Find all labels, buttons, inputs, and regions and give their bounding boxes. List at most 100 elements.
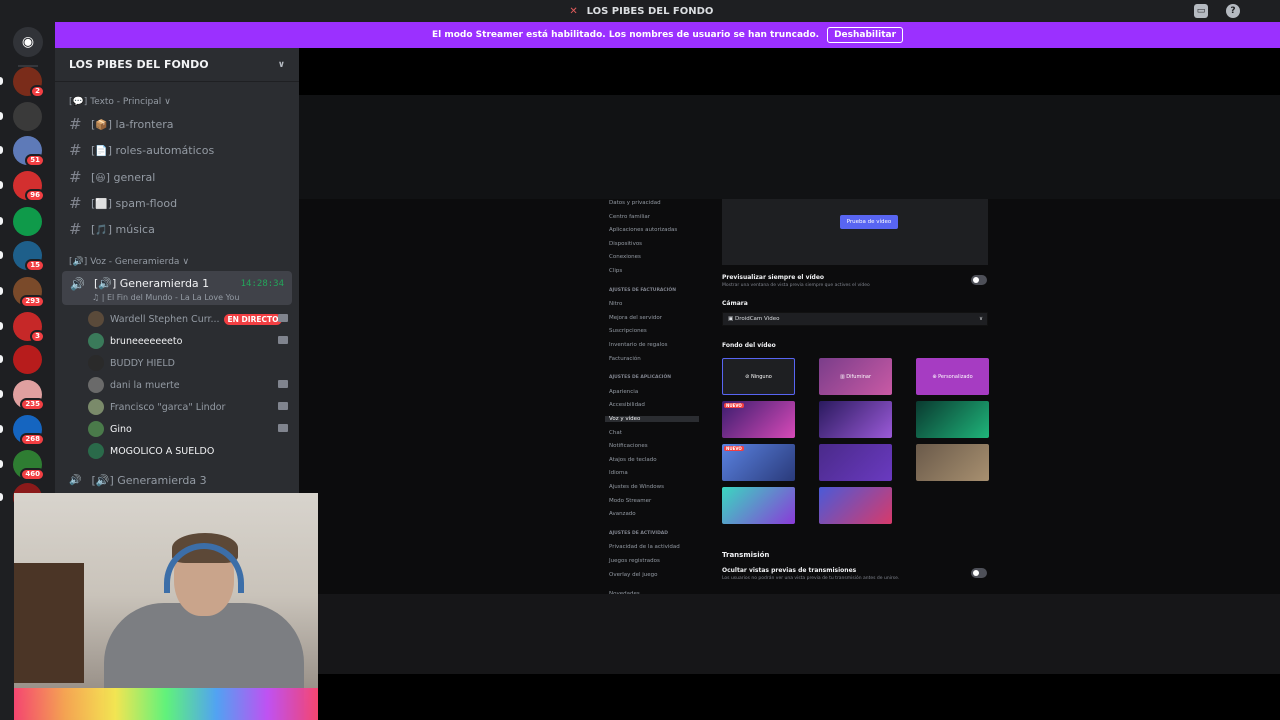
text-channel[interactable]: # [⬜] spam-flood: [69, 194, 177, 212]
streamer-mode-banner: El modo Streamer está habilitado. Los no…: [55, 22, 1280, 48]
server-icon[interactable]: 3: [13, 312, 45, 343]
camera-icon: [278, 336, 288, 344]
server-icon[interactable]: 2: [13, 67, 45, 98]
bg-preset-tile[interactable]: NUEVO: [722, 444, 795, 481]
avatar: [88, 421, 104, 437]
settings-nav-item[interactable]: Accesibilidad: [609, 402, 645, 408]
voice-member[interactable]: bruneeeeeeeto: [88, 332, 288, 350]
server-icon[interactable]: 268: [13, 415, 45, 446]
member-name: bruneeeeeeeto: [110, 335, 183, 347]
main-stream-area: Datos y privacidad Centro familiar Aplicac…: [299, 48, 1280, 720]
settings-nav-item[interactable]: Inventario de regalos: [609, 342, 667, 348]
channel-name: [🔊] Generamierda 3: [91, 474, 207, 487]
settings-nav-item[interactable]: Facturación: [609, 356, 641, 362]
settings-nav-item[interactable]: Voz y vídeo: [605, 416, 699, 422]
settings-nav-item[interactable]: Overlay del juego: [609, 572, 658, 578]
bg-preset-tile[interactable]: [916, 401, 989, 438]
settings-nav-item[interactable]: Juegos registrados: [609, 558, 660, 564]
test-video-button[interactable]: Prueba de vídeo: [840, 215, 898, 229]
help-icon[interactable]: ?: [1226, 4, 1240, 18]
bg-none-label: ⊘ Ninguno: [745, 373, 772, 380]
server-icon[interactable]: [13, 345, 42, 374]
settings-nav-item[interactable]: Apariencia: [609, 389, 638, 395]
voice-member[interactable]: MOGOLICO A SUELDO: [88, 442, 288, 460]
stream-top-band: [299, 95, 1280, 199]
server-icon[interactable]: 15: [13, 241, 45, 272]
camera-label: Cámara: [722, 300, 748, 307]
server-icon[interactable]: 235: [13, 380, 45, 411]
settings-nav-item[interactable]: Chat: [609, 430, 622, 436]
category-text-principal[interactable]: [💬] Texto - Principal ∨: [69, 97, 171, 107]
member-name: Francisco "garca" Lindor: [110, 401, 226, 413]
settings-nav-item[interactable]: Mejora del servidor: [609, 315, 662, 321]
member-name: Wardell Stephen Curr...: [110, 313, 220, 325]
chevron-down-icon: ∨: [182, 257, 190, 267]
bg-custom-tile[interactable]: ⊕ Personalizado: [916, 358, 989, 395]
unread-pill: [0, 322, 3, 330]
settings-nav-item[interactable]: Suscripciones: [609, 328, 647, 334]
channel-label: [😃] general: [91, 170, 156, 184]
settings-nav-item[interactable]: Aplicaciones autorizadas: [609, 227, 677, 233]
server-header[interactable]: LOS PIBES DEL FONDO ∨: [55, 48, 299, 82]
disable-streamer-button[interactable]: Deshabilitar: [827, 27, 904, 43]
unread-pill: [0, 287, 3, 295]
avatar: [88, 311, 104, 327]
server-icon[interactable]: 460: [13, 450, 45, 481]
voice-member[interactable]: Francisco "garca" Lindor: [88, 398, 288, 416]
settings-nav-item[interactable]: Ajustes de Windows: [609, 484, 664, 490]
text-channel[interactable]: # [📄] roles-automáticos: [69, 141, 214, 159]
unread-pill: [0, 493, 3, 501]
settings-nav-item[interactable]: Centro familiar: [609, 214, 650, 220]
hide-previews-desc: Los usuarios no podrán ver una vista pre…: [722, 576, 900, 581]
text-channel[interactable]: # [😃] general: [69, 168, 155, 186]
bg-none-tile[interactable]: ⊘ Ninguno: [722, 358, 795, 395]
camera-select[interactable]: ▣ DroidCam Video ∨: [722, 312, 988, 326]
voice-channel-generamierda-3[interactable]: 🔊 [🔊] Generamierda 3: [69, 474, 207, 487]
camera-value: DroidCam Video: [734, 316, 780, 322]
settings-nav-item[interactable]: Clips: [609, 268, 622, 274]
bg-preset-tile[interactable]: [819, 444, 892, 481]
unread-pill: [0, 146, 3, 154]
settings-nav-item[interactable]: Datos y privacidad: [609, 200, 661, 206]
hide-previews-toggle[interactable]: [971, 568, 987, 578]
settings-nav-item[interactable]: Nitro: [609, 301, 622, 307]
settings-nav-item[interactable]: Notificaciones: [609, 443, 648, 449]
settings-nav-item[interactable]: Atajos de teclado: [609, 457, 657, 463]
voice-member[interactable]: dani la muerte: [88, 376, 288, 394]
text-channel[interactable]: # [📦] la-frontera: [69, 115, 174, 133]
member-name: MOGOLICO A SUELDO: [110, 445, 215, 457]
banner-text: El modo Streamer está habilitado. Los no…: [431, 30, 820, 40]
voice-member[interactable]: BUDDY HIELD: [88, 354, 288, 372]
category-voz[interactable]: [🔊] Voz - Generamierda ∨: [69, 257, 189, 267]
settings-nav-item[interactable]: Privacidad de la actividad: [609, 544, 680, 550]
window-title: LOS PIBES DEL FONDO: [586, 5, 714, 17]
voice-member[interactable]: Gino: [88, 420, 288, 438]
server-icon: ✕: [569, 5, 578, 17]
bg-preset-tile[interactable]: NUEVO: [722, 401, 795, 438]
text-channel[interactable]: # [🎵] música: [69, 220, 155, 238]
voice-member[interactable]: Wardell Stephen Curr... EN DIRECTO: [88, 310, 288, 328]
always-preview-toggle[interactable]: [971, 275, 987, 285]
settings-nav-item[interactable]: Dispositivos: [609, 241, 642, 247]
server-icon[interactable]: 96: [13, 171, 45, 202]
chevron-down-icon: ∨: [277, 59, 285, 70]
inbox-icon[interactable]: ▭: [1194, 4, 1208, 18]
bg-blur-tile[interactable]: ▥ Difuminar: [819, 358, 892, 395]
server-icon[interactable]: [13, 207, 42, 236]
settings-nav-item[interactable]: Idioma: [609, 470, 628, 476]
settings-nav-item[interactable]: Conexiones: [609, 254, 641, 260]
voice-channel-generamierda-1[interactable]: 🔊 [🔊] Generamierda 1 14:28:34 ♫ | El Fin…: [62, 271, 292, 305]
server-icon[interactable]: 293: [13, 277, 45, 308]
discord-home-icon[interactable]: ◉: [13, 27, 43, 57]
bg-preset-tile[interactable]: [722, 487, 795, 524]
chevron-down-icon: ∨: [978, 316, 983, 322]
server-icon[interactable]: [13, 102, 42, 131]
settings-nav-item[interactable]: Avanzado: [609, 511, 636, 517]
settings-nav: Datos y privacidad Centro familiar Aplicac…: [604, 199, 708, 643]
server-icon[interactable]: 51: [13, 136, 45, 167]
bg-preset-tile[interactable]: [819, 401, 892, 438]
bg-preset-tile[interactable]: [916, 444, 989, 481]
bg-preset-tile[interactable]: [819, 487, 892, 524]
settings-nav-item[interactable]: Modo Streamer: [609, 498, 651, 504]
unread-pill: [0, 425, 3, 433]
